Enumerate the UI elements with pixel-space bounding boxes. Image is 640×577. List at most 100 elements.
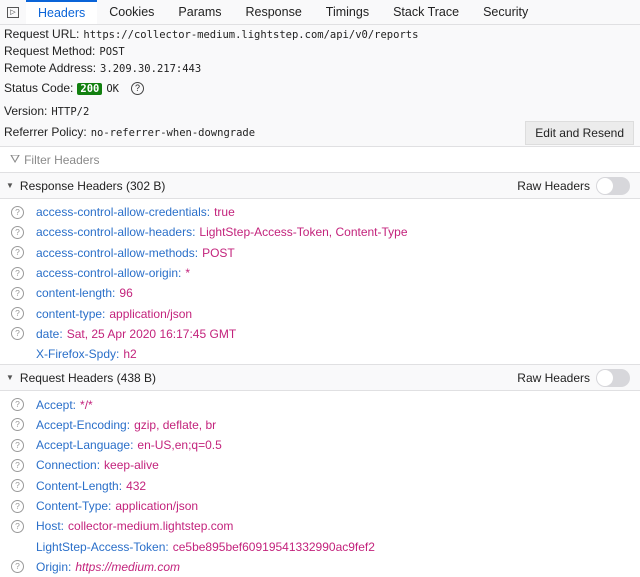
header-value: collector-medium.lightstep.com [68, 519, 234, 534]
header-name: content-length: [36, 286, 116, 301]
header-name: Connection: [36, 458, 101, 473]
toggle-sidebar-button[interactable]: ▷ [0, 0, 26, 24]
help-icon[interactable]: ? [11, 327, 24, 341]
header-row[interactable]: ? Accept: */* [0, 394, 640, 414]
referrer-policy-line: Referrer Policy: no-referrer-when-downgra… [4, 125, 255, 139]
header-name: date: [36, 326, 63, 341]
request-headers-section-header[interactable]: ▼ Request Headers (438 B) Raw Headers [0, 365, 640, 392]
header-value: true [214, 205, 235, 220]
help-icon[interactable]: ? [11, 499, 24, 513]
help-icon[interactable]: ? [11, 458, 24, 472]
remote-address-line: Remote Address: 3.209.30.217:443 [4, 61, 201, 75]
panel-toggle-icon: ▷ [7, 6, 19, 18]
header-row[interactable]: ? Connection: keep-alive [0, 455, 640, 475]
header-name: Accept-Encoding: [36, 417, 131, 432]
help-icon[interactable]: ? [11, 398, 24, 412]
header-value: keep-alive [104, 458, 159, 473]
header-row[interactable]: ? Accept-Encoding: gzip, deflate, br [0, 415, 640, 435]
tab-bar: ▷ Headers Cookies Params Response Timing… [0, 0, 640, 25]
remote-address: 3.209.30.217:443 [100, 63, 202, 75]
header-name: LightStep-Access-Token: [36, 539, 169, 554]
header-row[interactable]: ? access-control-allow-headers: LightStep-… [0, 222, 640, 242]
help-icon[interactable]: ? [11, 560, 24, 574]
header-value: * [185, 266, 191, 281]
help-icon[interactable]: ? [11, 246, 24, 260]
label: Referrer Policy: [4, 125, 87, 139]
header-value: Sat, 25 Apr 2020 16:17:45 GMT [66, 326, 237, 341]
header-name: Content-Length: [36, 478, 123, 493]
request-summary: Request URL: https://collector-medium.lig… [0, 25, 640, 147]
raw-headers-label: Raw Headers [517, 370, 590, 385]
header-row[interactable]: ? content-length: 96 [0, 283, 640, 303]
label: Version: [4, 104, 48, 118]
header-value: 432 [126, 478, 147, 493]
tab-cookies[interactable]: Cookies [97, 0, 166, 24]
header-name: access-control-allow-methods: [36, 245, 199, 260]
tab-params[interactable]: Params [166, 0, 233, 24]
filter-headers-input[interactable] [24, 152, 325, 167]
header-name: content-type: [36, 306, 106, 321]
collapse-triangle-icon: ▼ [6, 373, 14, 383]
header-row[interactable]: ? access-control-allow-credentials: true [0, 202, 640, 222]
toggle-switch[interactable] [596, 368, 630, 387]
filter-bar: ⛛ [0, 147, 640, 173]
tab-timings[interactable]: Timings [314, 0, 381, 24]
request-headers-list: ? Accept: */*? Accept-Encoding: gzip, deflat… [0, 391, 640, 577]
header-row[interactable]: ? content-type: application/json [0, 303, 640, 323]
header-name: Accept: [36, 397, 77, 412]
header-name: Accept-Language: [36, 438, 134, 453]
header-row[interactable]: ? Origin: https://medium.com [0, 557, 640, 577]
response-headers-section-header[interactable]: ▼ Response Headers (302 B) Raw Headers [0, 173, 640, 199]
header-name: Content-Type: [36, 499, 112, 513]
request-url-line: Request URL: https://collector-medium.lig… [4, 27, 418, 41]
label: Remote Address: [4, 61, 97, 75]
raw-headers-toggle[interactable]: Raw Headers [517, 368, 630, 387]
header-row[interactable]: ? date: Sat, 25 Apr 2020 16:17:45 GMT [0, 324, 640, 344]
header-name: Origin: [36, 559, 72, 574]
section-title: Request Headers (438 B) [19, 370, 156, 385]
tab-stack-trace[interactable]: Stack Trace [381, 0, 471, 24]
tab-security[interactable]: Security [471, 0, 540, 24]
status-text: OK [106, 83, 119, 95]
help-icon[interactable]: ? [11, 205, 24, 219]
header-row[interactable]: ? Host: collector-medium.lightstep.com [0, 516, 640, 536]
label: Status Code: [4, 81, 74, 95]
toggle-switch[interactable] [596, 176, 630, 195]
header-value: h2 [123, 347, 137, 362]
tab-headers[interactable]: Headers [26, 0, 98, 24]
section-title: Response Headers (302 B) [19, 178, 166, 193]
header-value: en-US,en;q=0.5 [137, 438, 222, 453]
raw-headers-label: Raw Headers [517, 178, 590, 193]
header-row[interactable]: ? access-control-allow-methods: POST [0, 243, 640, 263]
help-icon[interactable]: ? [11, 519, 24, 533]
edit-and-resend-button[interactable]: Edit and Resend [525, 121, 634, 145]
header-value: ce5be895bef60919541332990ac9fef2 [172, 539, 375, 554]
header-row[interactable]: ? Content-Type: application/json [0, 496, 640, 516]
header-row[interactable]: ?LightStep-Access-Token:ce5be895bef60919… [0, 536, 640, 556]
header-name: access-control-allow-headers: [36, 225, 196, 240]
help-icon[interactable]: ? [11, 438, 24, 452]
help-icon[interactable]: ? [11, 418, 24, 432]
request-method: POST [99, 46, 125, 58]
help-icon[interactable]: ? [11, 266, 24, 280]
header-value: gzip, deflate, br [134, 417, 217, 432]
help-icon[interactable]: ? [11, 286, 24, 300]
referrer-policy: no-referrer-when-downgrade [90, 127, 256, 139]
header-row[interactable]: ? Content-Length: 432 [0, 476, 640, 496]
header-row[interactable]: ?X-Firefox-Spdy:h2 [0, 344, 640, 364]
header-value: https://medium.com [75, 559, 181, 574]
header-value: application/json [115, 499, 199, 513]
header-row[interactable]: ? Accept-Language: en-US,en;q=0.5 [0, 435, 640, 455]
help-icon[interactable]: ? [11, 479, 24, 493]
request-url: https://collector-medium.lightstep.com/a… [83, 29, 419, 41]
help-icon[interactable]: ? [131, 82, 144, 96]
request-method-line: Request Method: POST [4, 44, 125, 58]
label: Request Method: [4, 44, 96, 58]
header-row[interactable]: ? access-control-allow-origin: * [0, 263, 640, 283]
raw-headers-toggle[interactable]: Raw Headers [517, 176, 630, 195]
header-value: 96 [119, 286, 133, 301]
help-icon[interactable]: ? [11, 307, 24, 321]
collapse-triangle-icon: ▼ [6, 181, 14, 190]
help-icon[interactable]: ? [11, 225, 24, 239]
tab-response[interactable]: Response [234, 0, 314, 24]
